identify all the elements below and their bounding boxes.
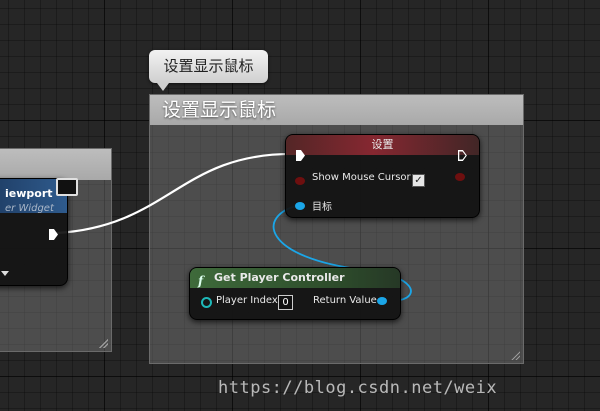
get-player-controller-node[interactable]: f Get Player Controller Player Index 0 R… (189, 267, 401, 320)
gpc-node-header: f Get Player Controller (190, 268, 400, 288)
exec-out-pin-icon[interactable] (49, 229, 58, 240)
return-value-label: Return Value (313, 295, 377, 306)
player-index-pin-icon[interactable] (201, 297, 212, 308)
viewport-node-subtitle: er Widget (5, 203, 54, 214)
player-index-label: Player Index (216, 295, 278, 306)
monitor-icon (56, 178, 78, 196)
show-mouse-cursor-label: Show Mouse Cursor (312, 172, 411, 183)
gpc-node-title: Get Player Controller (214, 271, 345, 284)
set-show-mouse-cursor-node[interactable]: 设置 Show Mouse Cursor ✓ 目标 (285, 134, 480, 218)
exec-wire[interactable] (56, 152, 297, 235)
watermark: https://blog.csdn.net/weix (218, 378, 498, 398)
expand-arrow-icon[interactable] (1, 271, 9, 276)
target-pin-icon[interactable] (295, 202, 305, 210)
set-node-header: 设置 (286, 135, 479, 155)
function-icon: f (198, 274, 204, 288)
player-index-input[interactable]: 0 (278, 295, 293, 310)
bool-in-pin-icon[interactable] (295, 177, 305, 185)
target-label: 目标 (312, 202, 332, 213)
show-mouse-cursor-checkbox[interactable]: ✓ (412, 174, 425, 187)
bool-out-pin-icon[interactable] (455, 173, 465, 181)
return-value-pin-icon[interactable] (377, 297, 387, 305)
